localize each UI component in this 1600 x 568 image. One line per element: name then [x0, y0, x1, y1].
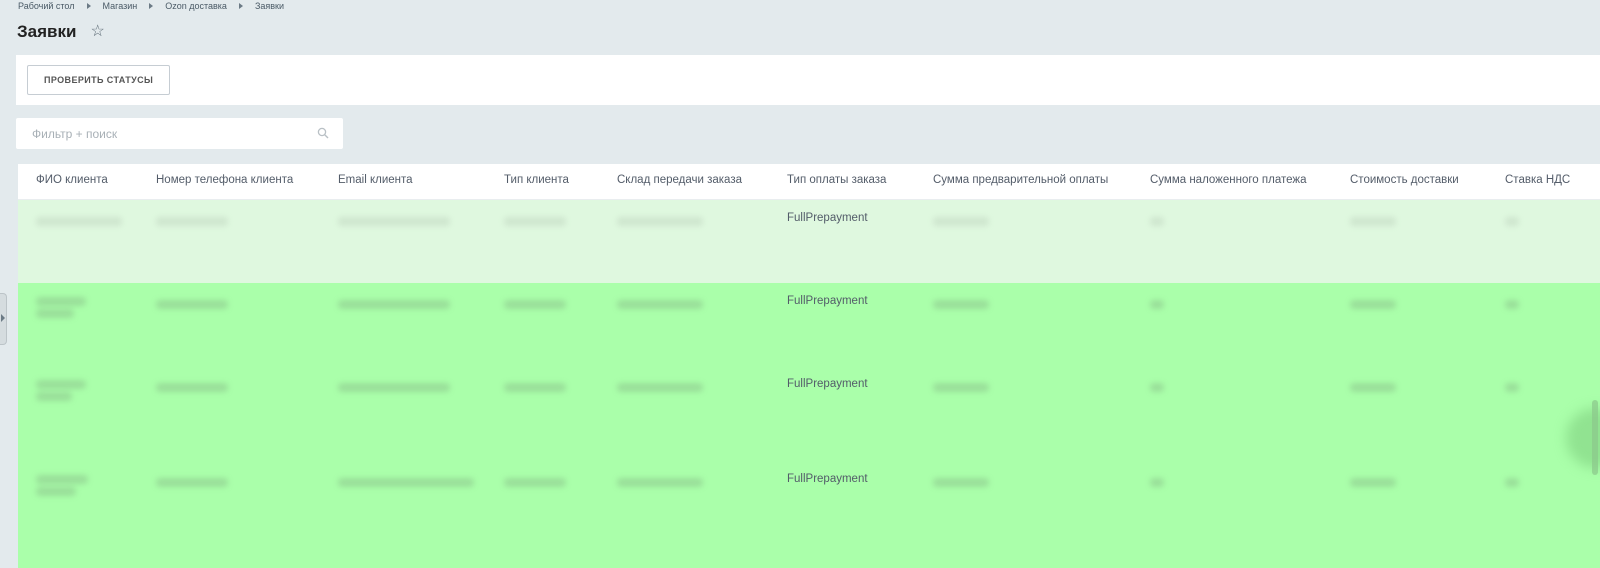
page-header: Заявки ☆: [17, 22, 105, 42]
payment-type-cell: FullPrepayment: [787, 378, 868, 390]
breadcrumb-item-shop[interactable]: Магазин: [103, 1, 138, 11]
breadcrumb: Рабочий стол Магазин Ozon доставка Заявк…: [18, 0, 284, 12]
column-header[interactable]: ФИО клиента: [36, 174, 108, 186]
requests-grid: ФИО клиента Номер телефона клиента Email…: [18, 164, 1600, 568]
column-header[interactable]: Ставка НДС: [1505, 174, 1570, 186]
vertical-scrollbar[interactable]: [1592, 400, 1598, 475]
column-header[interactable]: Тип оплаты заказа: [787, 174, 886, 186]
table-row[interactable]: FullPrepayment: [18, 366, 1600, 461]
table-row[interactable]: FullPrepayment: [18, 283, 1600, 366]
check-statuses-button[interactable]: ПРОВЕРИТЬ СТАТУСЫ: [27, 65, 171, 95]
payment-type-cell: FullPrepayment: [787, 473, 868, 485]
column-header[interactable]: Сумма предварительной оплаты: [933, 174, 1108, 186]
column-header[interactable]: Номер телефона клиента: [156, 174, 293, 186]
filter-search-box: [16, 118, 343, 149]
breadcrumb-separator-icon: [149, 3, 154, 9]
toolbar: ПРОВЕРИТЬ СТАТУСЫ: [16, 55, 1600, 105]
search-icon[interactable]: [317, 127, 329, 139]
column-header[interactable]: Сумма наложенного платежа: [1150, 174, 1306, 186]
column-header[interactable]: Стоимость доставки: [1350, 174, 1459, 186]
column-header[interactable]: Email клиента: [338, 174, 413, 186]
breadcrumb-separator-icon: [238, 3, 243, 9]
column-header[interactable]: Склад передачи заказа: [617, 174, 742, 186]
grid-header: ФИО клиента Номер телефона клиента Email…: [18, 164, 1600, 200]
side-panel-toggle[interactable]: [0, 293, 7, 345]
breadcrumb-item-requests[interactable]: Заявки: [255, 1, 284, 11]
filter-search-input[interactable]: [30, 125, 304, 142]
breadcrumb-item-desktop[interactable]: Рабочий стол: [18, 1, 75, 11]
breadcrumb-item-ozon-delivery[interactable]: Ozon доставка: [165, 1, 227, 11]
table-row[interactable]: FullPrepayment: [18, 461, 1600, 568]
star-icon[interactable]: ☆: [90, 24, 104, 40]
payment-type-cell: FullPrepayment: [787, 295, 868, 307]
page-title: Заявки: [17, 22, 77, 41]
breadcrumb-separator-icon: [86, 3, 91, 9]
table-row[interactable]: FullPrepayment: [18, 200, 1600, 283]
column-header[interactable]: Тип клиента: [504, 174, 569, 186]
payment-type-cell: FullPrepayment: [787, 212, 868, 224]
